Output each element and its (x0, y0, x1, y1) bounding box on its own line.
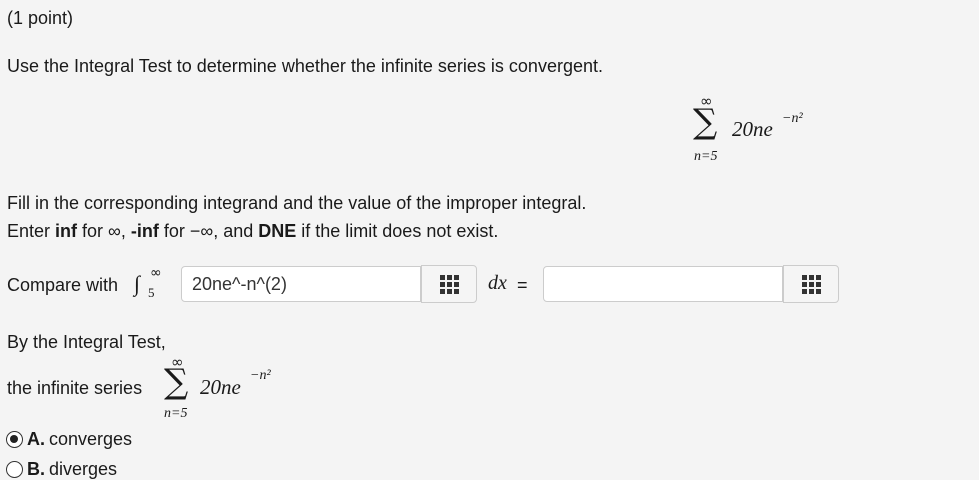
option-a-radio[interactable] (6, 431, 23, 448)
integrand-palette-button[interactable] (421, 265, 477, 303)
integral-value-input[interactable] (543, 266, 783, 302)
integral-upper-limit: ∞ (150, 265, 162, 281)
inline-sigma-symbol: ∑ (164, 362, 189, 402)
series-prefix: the infinite series (7, 378, 143, 398)
dne-keyword: DNE (258, 221, 297, 241)
grid-icon (801, 274, 821, 294)
option-b[interactable]: B. diverges (6, 459, 117, 480)
series-exponent: −n² (782, 111, 803, 126)
instructions-line2: Enter inf for ∞, -inf for −∞, and DNE if… (7, 221, 499, 241)
series-lower-limit: n=5 (694, 149, 718, 164)
integrand-input[interactable] (181, 266, 421, 302)
integral-test-heading: By the Integral Test, (7, 332, 166, 352)
instructions-line1: Fill in the corresponding integrand and … (7, 193, 587, 213)
option-a-label: converges (49, 429, 133, 449)
question-text: Use the Integral Test to determine wheth… (7, 56, 603, 76)
inline-series-term: 20ne (200, 375, 241, 399)
inline-series-lower: n=5 (164, 406, 188, 421)
integral-lower-limit: 5 (148, 285, 155, 300)
equals-sign: = (517, 275, 528, 295)
grid-icon (439, 274, 459, 294)
inf-keyword: inf (55, 221, 78, 241)
points-label: (1 point) (7, 8, 74, 28)
integral-sign: ∫ (134, 271, 141, 296)
dx-label: dx (488, 272, 507, 294)
option-b-radio[interactable] (6, 461, 23, 478)
option-a-letter: A. (27, 429, 45, 449)
option-b-label: diverges (49, 459, 118, 479)
compare-label: Compare with (7, 275, 119, 295)
neg-inf-keyword: -inf (130, 221, 159, 241)
option-a[interactable]: A. converges (6, 429, 132, 450)
series-display: ∞ ∑ n=5 20ne −n² (688, 92, 803, 172)
sigma-symbol: ∑ (693, 102, 718, 142)
option-b-letter: B. (27, 459, 45, 479)
integral-value-palette-button[interactable] (783, 265, 839, 303)
inline-series: ∞ ∑ n=5 20ne −n² (160, 353, 300, 425)
inline-series-exponent: −n² (250, 368, 271, 383)
series-term: 20ne (732, 117, 773, 141)
